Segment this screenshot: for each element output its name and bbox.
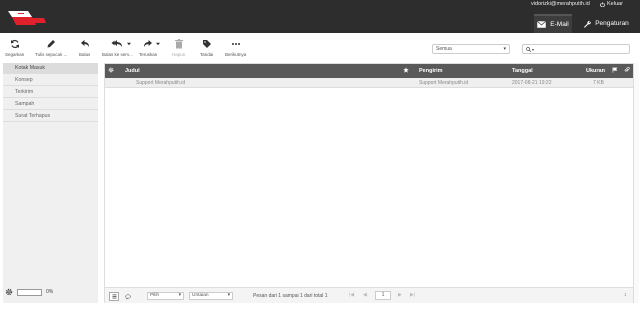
top-bar: vidorizki@merahputih.id Keluar E-Mail Pe… xyxy=(0,0,640,33)
reply-label: Balas xyxy=(79,52,91,57)
filter-select[interactable]: Semua ▾ xyxy=(432,44,510,54)
search-icon xyxy=(526,46,531,52)
refresh-button[interactable]: Segarkan xyxy=(5,39,24,61)
search-input[interactable]: ▾ xyxy=(522,44,630,54)
thread-dropdown-label: Untaian xyxy=(192,293,209,298)
list-mode-icon[interactable] xyxy=(109,292,119,301)
tab-email-label: E-Mail xyxy=(550,21,569,28)
col-subject[interactable]: Judul xyxy=(125,68,140,74)
trash-icon xyxy=(174,39,183,49)
forward-label: Teruskan xyxy=(139,52,158,57)
tag-icon xyxy=(202,40,211,48)
col-date[interactable]: Tanggal xyxy=(512,68,533,74)
quota-percent: 0% xyxy=(46,289,54,295)
user-email: vidorizki@merahputih.id xyxy=(531,1,590,7)
quota-bar xyxy=(17,288,42,296)
compose-button[interactable]: Tulis sepucuk ... xyxy=(35,39,67,61)
logout-link[interactable]: Keluar xyxy=(600,1,623,7)
folder-drafts[interactable]: Konsep xyxy=(3,75,98,86)
page-number-input[interactable]: 1 xyxy=(375,291,391,300)
refresh-label: Segarkan xyxy=(5,52,25,57)
message-size: 7 KB xyxy=(593,80,604,86)
more-label: Berikutnya xyxy=(225,52,247,57)
col-from[interactable]: Pengirim xyxy=(419,68,443,74)
delete-button[interactable]: Hapus xyxy=(172,39,185,61)
select-dropdown-label: Pilih xyxy=(150,293,160,298)
reply-all-dropdown[interactable] xyxy=(127,42,131,64)
caret-down-icon: ▾ xyxy=(227,293,230,298)
filter-select-value: Semua xyxy=(436,46,452,52)
next-page-icon[interactable]: ▶ xyxy=(398,292,402,298)
merahputih-logo xyxy=(8,11,46,25)
reply-icon xyxy=(80,40,89,47)
pencil-icon xyxy=(47,40,56,48)
flag-icon[interactable] xyxy=(612,67,618,75)
forward-dropdown[interactable] xyxy=(156,42,160,64)
caret-down-icon xyxy=(127,42,131,46)
mark-button[interactable]: Tandai xyxy=(200,39,213,61)
select-dropdown[interactable]: Pilih ▾ xyxy=(147,292,184,300)
quota-display: 0% xyxy=(5,288,53,296)
more-button[interactable]: Berikutnya xyxy=(225,39,246,61)
last-page-icon[interactable]: ▶| xyxy=(410,292,415,298)
col-size[interactable]: Ukuran xyxy=(586,68,605,74)
message-date: 2017-08-21 19:22 xyxy=(512,80,552,86)
message-count: Pesan dari 1 sampai 1 dari total 1 xyxy=(253,293,328,299)
folder-sidebar: Kotak Masuk Konsep Terkirim Sampah Surat… xyxy=(3,63,98,303)
folder-trash[interactable]: Surat Terhapus xyxy=(3,111,98,122)
reply-button[interactable]: Balas xyxy=(79,39,90,61)
mark-label: Tandai xyxy=(200,52,214,57)
gear-icon[interactable] xyxy=(5,288,13,296)
expand-icon[interactable]: ↕ xyxy=(624,292,627,298)
message-list-header: Judul Pengirim Tanggal Ukuran xyxy=(105,64,633,78)
message-list-footer: Pilih ▾ Untaian ▾ Pesan dari 1 sampai 1 … xyxy=(105,287,633,303)
message-subject: Support Merahputih.id xyxy=(136,80,186,86)
more-dots-icon xyxy=(231,43,240,45)
tab-settings-label: Pengaturan xyxy=(595,20,629,27)
caret-down-icon xyxy=(156,42,160,46)
wrench-icon xyxy=(584,20,592,28)
tab-settings[interactable]: Pengaturan xyxy=(576,14,636,33)
thread-mode-icon[interactable] xyxy=(124,292,132,301)
scrollbar[interactable] xyxy=(634,63,639,303)
message-row[interactable]: Support Merahputih.id Support Merahputih… xyxy=(105,78,633,88)
tab-email[interactable]: E-Mail xyxy=(534,14,572,33)
compose-label: Tulis sepucuk ... xyxy=(35,52,68,57)
star-icon[interactable] xyxy=(403,67,409,75)
folder-junk[interactable]: Sampah xyxy=(3,99,98,110)
forward-icon xyxy=(144,40,153,47)
delete-label: Hapus xyxy=(172,52,186,57)
prev-page-icon[interactable]: ◀ xyxy=(363,292,367,298)
power-icon xyxy=(600,1,605,7)
paperclip-icon[interactable] xyxy=(624,66,630,75)
search-options-caret[interactable]: ▾ xyxy=(532,47,534,52)
folder-inbox[interactable]: Kotak Masuk xyxy=(3,63,98,74)
list-options-icon[interactable] xyxy=(108,67,114,75)
thread-dropdown[interactable]: Untaian ▾ xyxy=(189,292,233,300)
forward-button[interactable]: Teruskan xyxy=(139,39,157,61)
logout-label: Keluar xyxy=(607,1,623,7)
message-list-panel: Judul Pengirim Tanggal Ukuran Support Me… xyxy=(104,63,634,303)
envelope-icon xyxy=(537,21,547,28)
caret-down-icon: ▾ xyxy=(178,293,181,298)
first-page-icon[interactable]: |◀ xyxy=(349,292,354,298)
refresh-icon xyxy=(10,39,19,49)
message-from: Support Merahputih.id xyxy=(419,80,469,86)
reply-all-icon xyxy=(111,40,123,47)
caret-down-icon: ▾ xyxy=(503,46,506,52)
folder-sent[interactable]: Terkirim xyxy=(3,87,98,98)
